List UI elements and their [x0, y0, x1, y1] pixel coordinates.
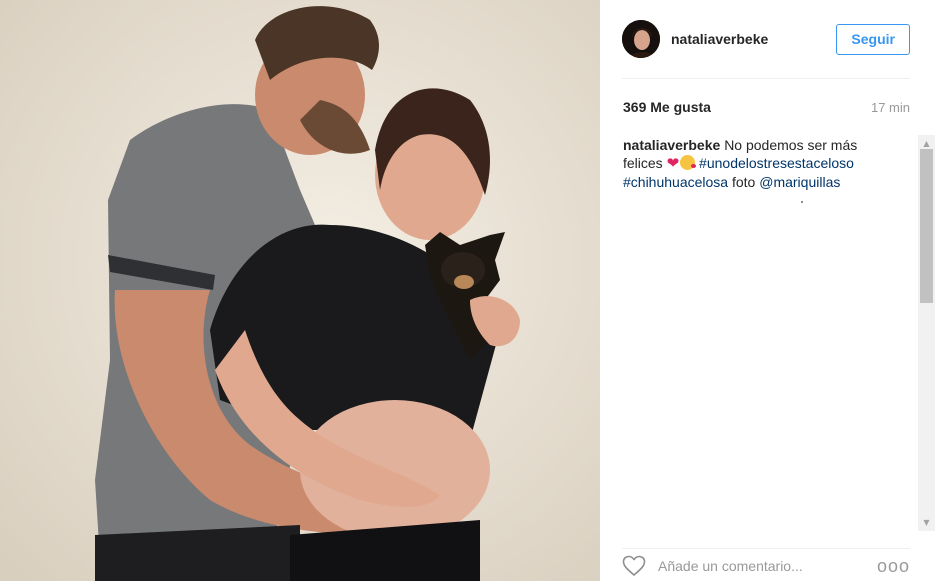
heart-emoji-icon: ❤ — [666, 155, 680, 172]
caption-dot — [801, 201, 803, 203]
mention-link[interactable]: @mariquillas — [759, 174, 840, 190]
heart-outline-icon[interactable] — [622, 555, 646, 577]
post-stats: 369 Me gusta 17 min — [623, 98, 910, 116]
comment-input[interactable] — [658, 553, 877, 578]
post-photo — [0, 0, 600, 581]
comment-bar: ooo — [622, 548, 910, 582]
caption-author[interactable]: nataliaverbeke — [623, 137, 720, 153]
comments-scrollbar[interactable]: ▲ ▼ — [918, 135, 935, 531]
scrollbar-thumb[interactable] — [920, 149, 933, 303]
hashtag-link[interactable]: #chihuhuacelosa — [623, 174, 728, 190]
post-caption: nataliaverbeke No podemos ser más felice… — [623, 136, 883, 191]
more-options-icon[interactable]: ooo — [877, 557, 910, 575]
post-username[interactable]: nataliaverbeke — [671, 31, 836, 47]
caption-text: foto — [731, 174, 756, 190]
post-header: nataliaverbeke Seguir — [622, 0, 910, 79]
follow-button[interactable]: Seguir — [836, 23, 910, 55]
avatar[interactable] — [622, 20, 660, 58]
post-side-panel: nataliaverbeke Seguir 369 Me gusta 17 mi… — [600, 0, 935, 581]
kiss-emoji-icon — [680, 155, 697, 170]
hashtag-link[interactable]: #unodelostresestaceloso — [699, 155, 854, 171]
likes-count[interactable]: 369 Me gusta — [623, 99, 711, 115]
post-timestamp[interactable]: 17 min — [871, 100, 910, 115]
scroll-down-arrow-icon[interactable]: ▼ — [918, 514, 935, 531]
